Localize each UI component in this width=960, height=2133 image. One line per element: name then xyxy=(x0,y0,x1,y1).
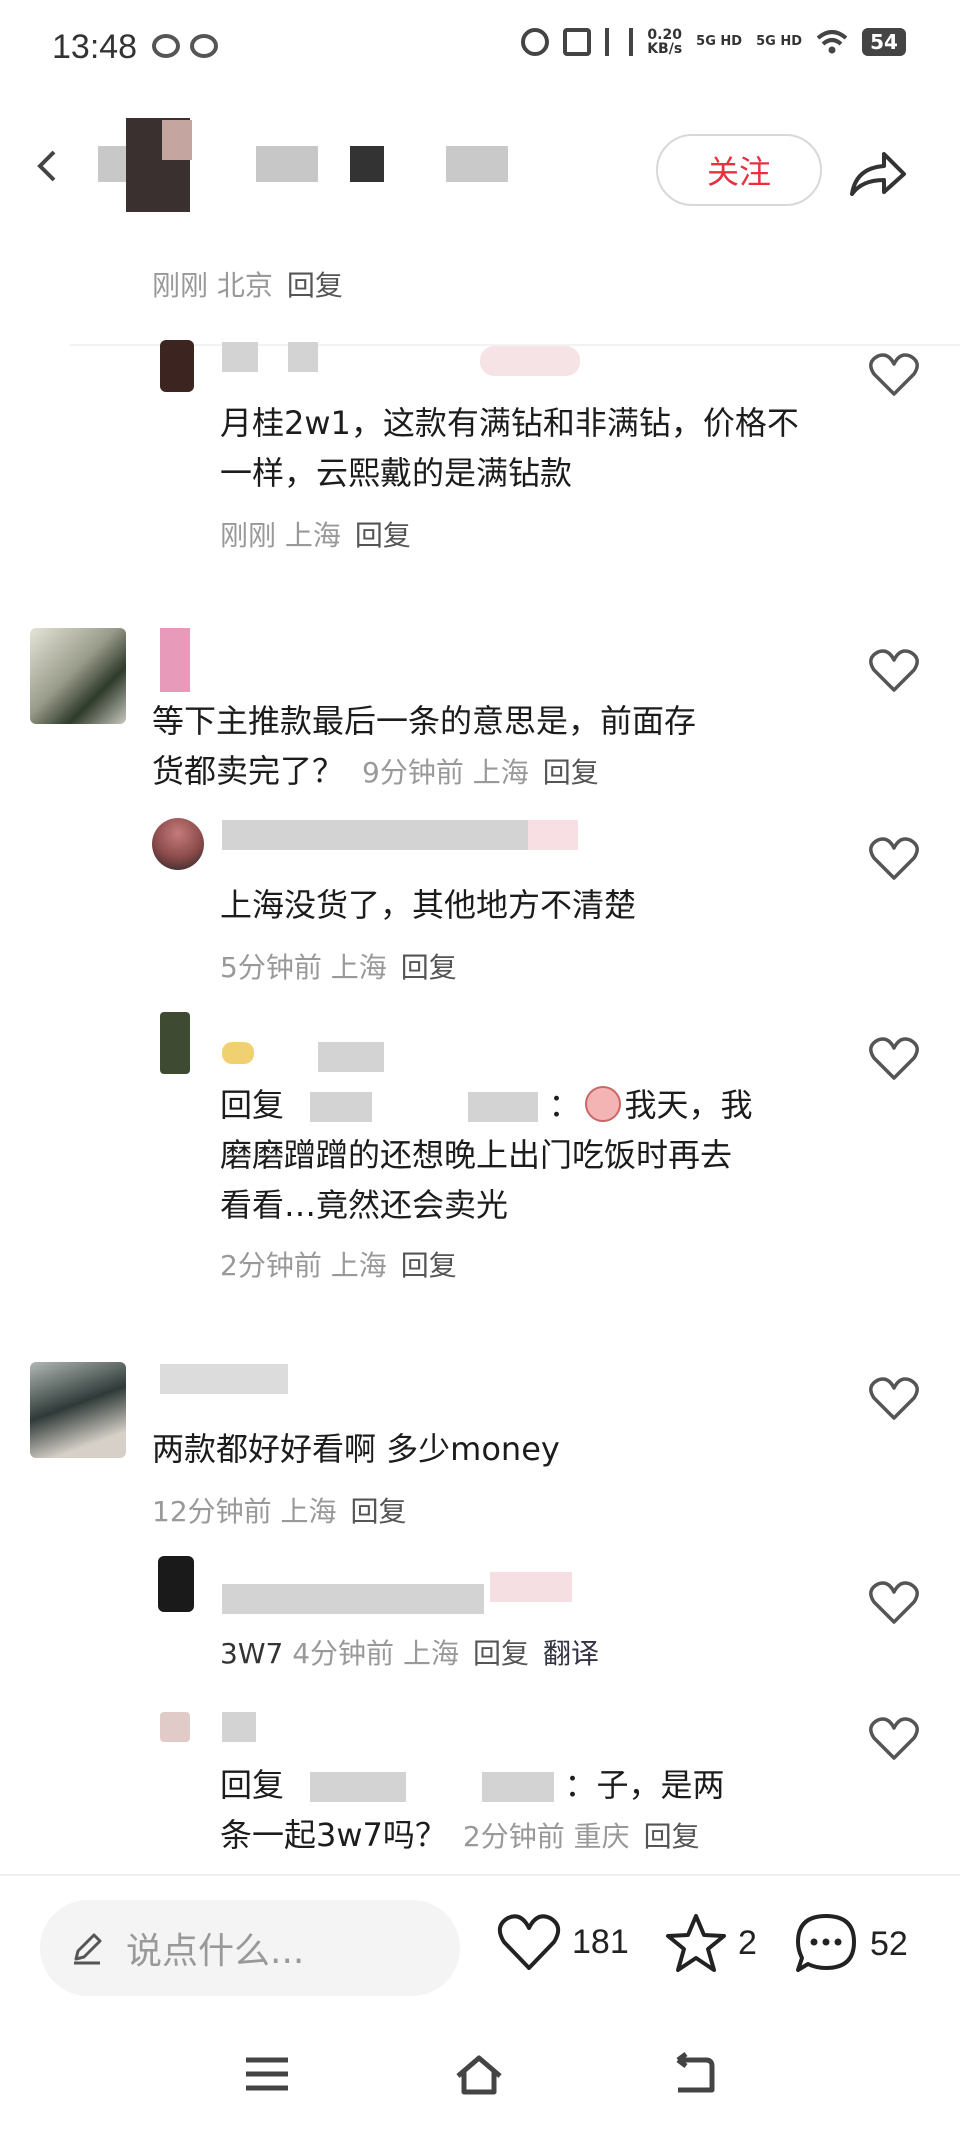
heart-icon[interactable] xyxy=(868,1376,920,1422)
wifi-icon xyxy=(816,30,848,54)
avatar[interactable] xyxy=(30,1362,126,1458)
comment-text: 回复 ：子，是两 条一起3w7吗？ 2分钟前 重庆 回复 xyxy=(220,1766,725,1854)
follow-button[interactable]: 关注 xyxy=(656,134,822,206)
favorite-button[interactable]: 2 xyxy=(664,1912,757,1974)
username-blur xyxy=(288,342,318,372)
back-icon[interactable] xyxy=(30,148,66,184)
username-blur xyxy=(222,1042,254,1064)
mute-icon xyxy=(563,28,592,56)
mention-blur xyxy=(310,1092,373,1122)
pen-icon xyxy=(74,1933,102,1965)
comment-meta: 5分钟前 上海 回复 xyxy=(220,951,457,984)
heart-icon[interactable] xyxy=(868,1580,920,1626)
author-badge xyxy=(480,346,580,376)
comment-meta: 刚刚 北京 回复 xyxy=(152,269,343,302)
status-bar: 13:48 0.20 KB/s 5G HD 5G HD 54 xyxy=(0,0,960,100)
heart-icon xyxy=(497,1914,561,1970)
reply-button[interactable]: 回复 xyxy=(287,269,343,302)
net-speed: 0.20 KB/s xyxy=(647,27,683,57)
comment-bubble-icon xyxy=(796,1914,856,1972)
avatar[interactable] xyxy=(160,340,194,392)
input-placeholder: 说点什么... xyxy=(126,1931,305,1972)
heart-icon[interactable] xyxy=(868,1716,920,1762)
heart-icon[interactable] xyxy=(868,648,920,694)
username-blur xyxy=(222,1712,256,1742)
bluetooth-icon xyxy=(605,28,634,56)
author-badge xyxy=(528,820,578,850)
mention-blur xyxy=(482,1772,555,1802)
favorite-count: 2 xyxy=(738,1923,757,1962)
heart-icon[interactable] xyxy=(868,352,920,398)
reply-button[interactable]: 回复 xyxy=(473,1637,529,1670)
wechat-icon xyxy=(190,34,218,58)
comment-button[interactable]: 52 xyxy=(792,1912,908,1976)
comment-meta: 2分钟前 上海 回复 xyxy=(220,1249,457,1282)
reply-button[interactable]: 回复 xyxy=(543,756,599,789)
status-indicators: 0.20 KB/s 5G HD 5G HD 54 xyxy=(521,28,906,56)
username-blur xyxy=(160,1364,288,1394)
like-count: 181 xyxy=(572,1922,629,1961)
reply-button[interactable]: 回复 xyxy=(644,1820,700,1853)
author-name-blur xyxy=(446,146,508,182)
heart-icon[interactable] xyxy=(868,1036,920,1082)
reply-button[interactable]: 回复 xyxy=(401,1249,457,1282)
avatar[interactable] xyxy=(30,628,126,724)
username-blur xyxy=(222,342,258,372)
comment-input[interactable]: 说点什么... xyxy=(40,1900,460,1996)
author-name-blur xyxy=(162,120,192,160)
home-icon[interactable] xyxy=(452,2050,506,2098)
battery-icon: 54 xyxy=(862,28,906,56)
comment-count: 52 xyxy=(870,1924,908,1963)
comment-meta: 12分钟前 上海 回复 xyxy=(152,1495,407,1528)
reply-button[interactable]: 回复 xyxy=(401,951,457,984)
mention-blur xyxy=(468,1092,539,1122)
crying-emoji-icon xyxy=(584,1086,621,1122)
mention-blur xyxy=(310,1772,407,1802)
author-name-blur xyxy=(256,146,318,182)
translate-button[interactable]: 翻译 xyxy=(543,1637,599,1670)
comment-meta: 3W7 4分钟前 上海 回复 翻译 xyxy=(220,1637,599,1670)
comment-meta: 9分钟前 上海 回复 xyxy=(362,756,599,789)
like-button[interactable]: 181 xyxy=(496,1912,629,1972)
heart-icon[interactable] xyxy=(868,836,920,882)
avatar[interactable] xyxy=(158,1556,194,1612)
comment-text: 两款都好好看啊 多少money xyxy=(152,1430,560,1468)
comment-meta: 2分钟前 重庆 回复 xyxy=(462,1820,700,1853)
divider xyxy=(0,1874,960,1876)
comment-text: 上海没货了，其他地方不清楚 xyxy=(220,886,637,924)
author-name-blur xyxy=(350,146,384,182)
comment-text: 回复 ：我天，我 磨磨蹭蹭的还想晚上出门吃饭时再去 看看…竟然还会卖光 xyxy=(220,1086,753,1224)
status-time: 13:48 xyxy=(52,28,138,66)
comment-text: 月桂2w1，这款有满钻和非满钻，价格不一样，云熙戴的是满钻款 xyxy=(220,404,799,492)
author-name-blur xyxy=(98,146,126,182)
share-icon[interactable] xyxy=(846,146,908,200)
comment-text: 等下主推款最后一条的意思是，前面存 货都卖完了？ 9分钟前 上海 回复 xyxy=(152,702,697,790)
signal-1: 5G HD xyxy=(696,34,743,49)
author-badge xyxy=(490,1572,572,1602)
avatar[interactable] xyxy=(160,1712,190,1742)
post-header: 关注 xyxy=(0,100,960,346)
username-blur xyxy=(318,1042,384,1072)
alarm-icon xyxy=(521,28,550,56)
username-blur xyxy=(160,628,190,692)
star-icon xyxy=(666,1914,726,1972)
username-blur xyxy=(222,820,538,850)
avatar[interactable] xyxy=(152,818,204,870)
reply-button[interactable]: 回复 xyxy=(355,519,411,552)
avatar[interactable] xyxy=(160,1012,190,1074)
comment-meta: 刚刚 上海 回复 xyxy=(220,519,411,552)
username-blur xyxy=(222,1584,484,1614)
weibo-icon xyxy=(152,34,180,58)
reply-button[interactable]: 回复 xyxy=(351,1495,407,1528)
signal-2: 5G HD xyxy=(756,34,802,49)
system-nav-bar xyxy=(0,2020,960,2133)
menu-icon[interactable] xyxy=(240,2050,294,2098)
back-nav-icon[interactable] xyxy=(664,2050,718,2098)
